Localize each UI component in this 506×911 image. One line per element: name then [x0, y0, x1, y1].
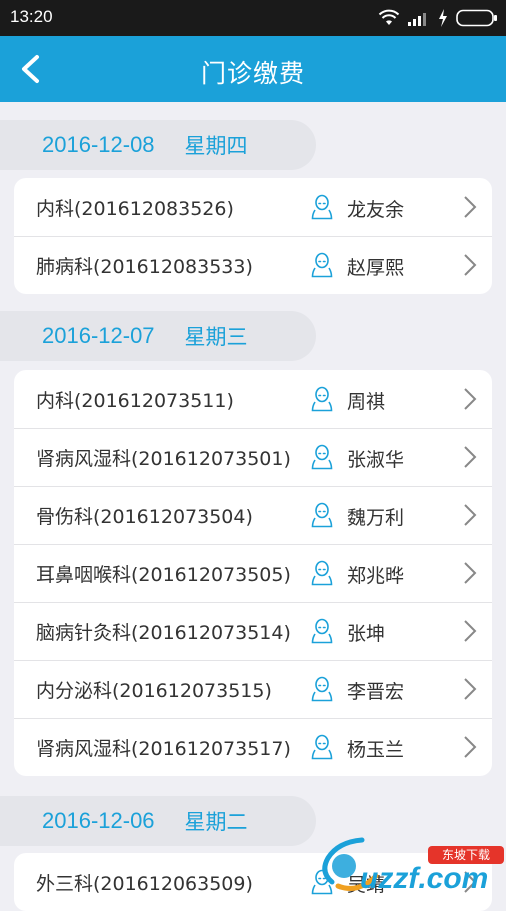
doctor-name: 张坤 [347, 623, 386, 645]
date-label: 2016-12-08 [42, 132, 155, 157]
visit-row[interactable]: 肾病风湿科(201612073501) 张淑华 [14, 428, 492, 486]
visit-row[interactable]: 肺病科(201612083533) 赵厚熙 [14, 236, 492, 294]
date-label: 2016-12-07 [42, 323, 155, 348]
doctor-name: 周祺 [347, 391, 386, 413]
weekday-label: 星期三 [184, 325, 248, 349]
charging-icon [439, 9, 447, 27]
department-label: 内分泌科(201612073515) [36, 680, 272, 702]
date-header: 2016-12-08 星期四 [0, 120, 316, 170]
watermark-text: uzzf.com [360, 862, 488, 895]
doctor-icon [311, 252, 333, 278]
department-label: 骨伤科(201612073504) [36, 506, 253, 528]
department-label: 内科(201612073511) [36, 390, 234, 412]
signal-icon [408, 13, 426, 26]
date-header: 2016-12-07 星期三 [0, 311, 316, 361]
watermark-badge-text: 东坡下载 [442, 848, 490, 862]
doctor-icon [311, 676, 333, 702]
doctor-icon [311, 734, 333, 760]
visit-row[interactable]: 脑病针灸科(201612073514) 张坤 [14, 602, 492, 660]
doctor-name: 杨玉兰 [347, 739, 405, 761]
date-label: 2016-12-06 [42, 808, 155, 833]
chevron-right-icon [464, 388, 477, 410]
chevron-right-icon [464, 254, 477, 276]
visit-row[interactable]: 内科(201612083526) 龙友余 [14, 178, 492, 236]
chevron-right-icon [464, 678, 477, 700]
chevron-right-icon [464, 196, 477, 218]
status-time: 13:20 [10, 7, 53, 26]
department-label: 内科(201612083526) [36, 198, 234, 220]
doctor-icon [311, 194, 333, 220]
doctor-name: 郑兆晔 [347, 565, 405, 587]
department-label: 脑病针灸科(201612073514) [36, 622, 291, 644]
weekday-label: 星期四 [184, 134, 248, 158]
doctor-name: 李晋宏 [347, 681, 405, 703]
chevron-right-icon [464, 446, 477, 468]
status-icons [378, 8, 498, 28]
status-bar: 13:20 [0, 0, 506, 36]
chevron-right-icon [464, 562, 477, 584]
visit-list-card: 内科(201612083526) 龙友余 肺病科(201612083533) 赵… [14, 178, 492, 294]
weekday-label: 星期二 [184, 810, 248, 834]
visit-list-card: 内科(201612073511) 周祺 肾病风湿科(201612073501) … [14, 370, 492, 776]
visit-row[interactable]: 骨伤科(201612073504) 魏万利 [14, 486, 492, 544]
doctor-icon [311, 560, 333, 586]
doctor-icon [311, 386, 333, 412]
department-label: 耳鼻咽喉科(201612073505) [36, 564, 291, 586]
doctor-name: 张淑华 [347, 449, 405, 471]
doctor-name: 龙友余 [347, 199, 405, 221]
doctor-icon [311, 444, 333, 470]
department-label: 肾病风湿科(201612073501) [36, 448, 291, 470]
doctor-icon [311, 502, 333, 528]
chevron-right-icon [464, 620, 477, 642]
doctor-name: 魏万利 [347, 507, 405, 529]
watermark-logo: 东坡下载 uzzf.com [318, 832, 506, 898]
page-title: 门诊缴费 [200, 59, 305, 88]
watermark-graphic: 东坡下载 uzzf.com [322, 837, 504, 895]
visit-row[interactable]: 耳鼻咽喉科(201612073505) 郑兆晔 [14, 544, 492, 602]
wifi-icon [378, 9, 400, 25]
chevron-right-icon [464, 504, 477, 526]
department-label: 肺病科(201612083533) [36, 256, 253, 278]
app-header: 门诊缴费 [0, 36, 506, 102]
department-label: 外三科(201612063509) [36, 873, 253, 895]
battery-icon [456, 9, 497, 27]
date-header: 2016-12-06 星期二 [0, 796, 316, 846]
visit-row[interactable]: 内科(201612073511) 周祺 [14, 370, 492, 428]
doctor-icon [311, 618, 333, 644]
chevron-right-icon [464, 736, 477, 758]
visit-row[interactable]: 肾病风湿科(201612073517) 杨玉兰 [14, 718, 492, 776]
department-label: 肾病风湿科(201612073517) [36, 738, 291, 760]
visit-row[interactable]: 内分泌科(201612073515) 李晋宏 [14, 660, 492, 718]
doctor-name: 赵厚熙 [347, 257, 405, 279]
